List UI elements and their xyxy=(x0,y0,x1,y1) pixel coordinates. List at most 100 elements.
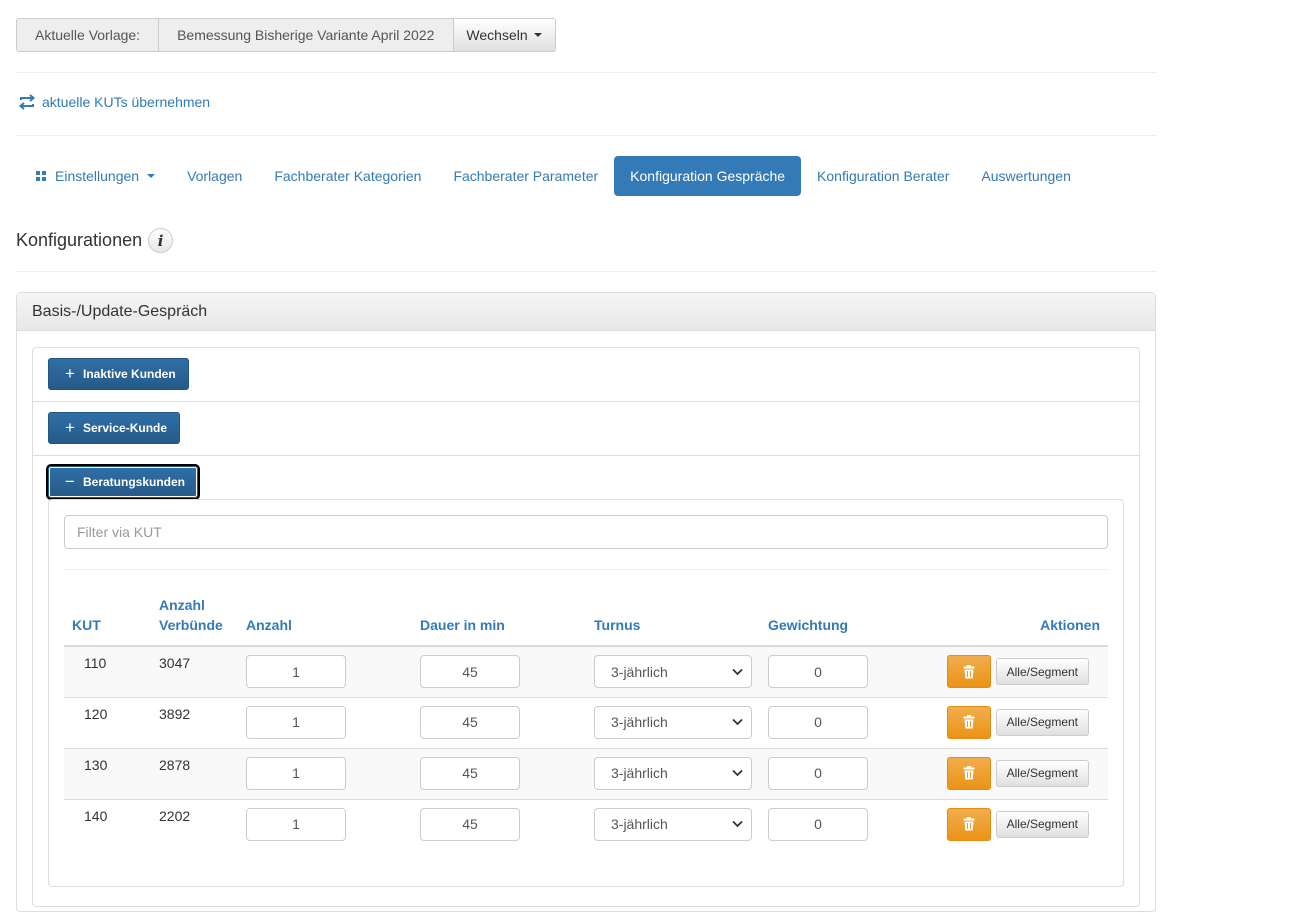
count-input[interactable] xyxy=(246,807,346,841)
swap-arrows-icon xyxy=(18,94,36,110)
header-count: Anzahl xyxy=(238,595,412,647)
cell-count xyxy=(238,696,412,748)
cell-kut: 120 xyxy=(64,696,151,748)
cell-count xyxy=(238,646,412,697)
plus-icon: + xyxy=(65,364,75,383)
chevron-down-icon xyxy=(732,820,743,828)
table-header-row: KUT Anzahl Verbünde Anzahl Dauer in min … xyxy=(64,595,1108,647)
cell-actions: Alle/Segment xyxy=(934,747,1108,799)
cycle-select[interactable]: 3-jährlich xyxy=(594,655,752,688)
tab-settings-label: Einstellungen xyxy=(55,168,140,184)
weighting-input[interactable] xyxy=(768,655,868,688)
cell-alliances: 2202 xyxy=(151,798,238,850)
cell-count xyxy=(238,798,412,850)
group-label: Inaktive Kunden xyxy=(83,367,176,381)
cycle-select-value: 3-jährlich xyxy=(611,765,668,781)
main-nav: Einstellungen Vorlagen Fachberater Kateg… xyxy=(16,156,1087,196)
delete-button[interactable] xyxy=(946,807,991,841)
cell-cycle: 3-jährlich xyxy=(586,646,760,697)
cycle-select[interactable]: 3-jährlich xyxy=(594,705,752,739)
divider xyxy=(16,135,1156,136)
all-segment-button[interactable]: Alle/Segment xyxy=(995,810,1089,838)
panel-title: Basis-/Update-Gespräch xyxy=(17,293,1155,331)
cell-actions: Alle/Segment xyxy=(934,798,1108,850)
tab-conversation-configuration[interactable]: Konfiguration Gespräche xyxy=(614,156,802,196)
count-input[interactable] xyxy=(246,655,346,688)
cycle-select[interactable]: 3-jährlich xyxy=(594,807,752,841)
trash-icon xyxy=(963,817,975,831)
trash-icon xyxy=(963,664,975,678)
conversation-panel: Basis-/Update-Gespräch + Inaktive Kunden… xyxy=(16,292,1156,912)
cell-duration xyxy=(412,646,586,697)
weighting-input[interactable] xyxy=(768,705,868,739)
group-label: Service-Kunde xyxy=(83,421,168,435)
template-bar: Aktuelle Vorlage: Bemessung Bisherige Va… xyxy=(16,18,556,52)
cell-weighting xyxy=(760,798,934,850)
tab-advisor-categories[interactable]: Fachberater Kategorien xyxy=(258,156,437,196)
delete-button[interactable] xyxy=(946,705,991,739)
template-label: Aktuelle Vorlage: xyxy=(16,18,160,52)
cell-kut: 130 xyxy=(64,747,151,799)
kut-filter-input[interactable] xyxy=(64,515,1108,549)
count-input[interactable] xyxy=(246,705,346,739)
delete-button[interactable] xyxy=(946,655,991,688)
page-title-text: Konfigurationen xyxy=(16,230,143,250)
delete-button[interactable] xyxy=(946,756,991,790)
chevron-down-icon xyxy=(732,769,743,777)
cell-duration xyxy=(412,747,586,799)
cycle-select-value: 3-jährlich xyxy=(611,714,668,730)
tab-advisor-parameters[interactable]: Fachberater Parameter xyxy=(437,156,614,196)
count-input[interactable] xyxy=(246,756,346,790)
duration-input[interactable] xyxy=(420,756,520,790)
caret-down-icon xyxy=(147,174,156,178)
cell-duration xyxy=(412,696,586,748)
page-title: Konfigurationen i xyxy=(16,228,174,253)
tab-templates[interactable]: Vorlagen xyxy=(171,156,258,196)
template-value: Bemessung Bisherige Variante April 2022 xyxy=(159,18,455,52)
cell-duration xyxy=(412,798,586,850)
tab-settings[interactable]: Einstellungen xyxy=(16,156,171,196)
info-icon[interactable]: i xyxy=(148,228,174,253)
table-row: 120 3892 3-jährlich xyxy=(64,696,1108,748)
apply-kuts-link[interactable]: aktuelle KUTs übernehmen xyxy=(18,94,210,110)
expand-service-customer-button[interactable]: + Service-Kunde xyxy=(48,412,181,444)
cell-alliances: 3892 xyxy=(151,696,238,748)
trash-icon xyxy=(963,715,975,729)
table-row: 130 2878 3-jährlich xyxy=(64,747,1108,799)
header-duration: Dauer in min xyxy=(412,595,586,647)
weighting-input[interactable] xyxy=(768,756,868,790)
chevron-down-icon xyxy=(732,718,743,726)
table-row: 140 2202 3-jährlich xyxy=(64,798,1108,850)
minus-icon: − xyxy=(65,472,75,491)
divider xyxy=(16,72,1156,73)
cell-cycle: 3-jährlich xyxy=(586,747,760,799)
collapse-consulting-customers-button[interactable]: − Beratungskunden xyxy=(45,464,201,500)
duration-input[interactable] xyxy=(420,655,520,688)
divider xyxy=(64,569,1108,570)
group-row: + Inaktive Kunden xyxy=(33,348,1139,402)
table-row: 110 3047 3-jährlich xyxy=(64,646,1108,697)
header-cycle: Turnus xyxy=(586,595,760,647)
group-label: Beratungskunden xyxy=(83,475,186,489)
duration-input[interactable] xyxy=(420,807,520,841)
apply-kuts-label: aktuelle KUTs übernehmen xyxy=(42,94,211,110)
cell-kut: 110 xyxy=(64,646,151,697)
cell-count xyxy=(238,747,412,799)
tab-advisor-configuration[interactable]: Konfiguration Berater xyxy=(801,156,965,196)
all-segment-button[interactable]: Alle/Segment xyxy=(995,708,1089,736)
group-row: + Service-Kunde xyxy=(33,402,1139,456)
cell-cycle: 3-jährlich xyxy=(586,798,760,850)
expand-inactive-customers-button[interactable]: + Inaktive Kunden xyxy=(48,358,189,390)
all-segment-button[interactable]: Alle/Segment xyxy=(995,658,1089,685)
header-alliances-line1: Anzahl xyxy=(159,597,205,613)
tab-reports[interactable]: Auswertungen xyxy=(965,156,1087,196)
all-segment-button[interactable]: Alle/Segment xyxy=(995,759,1089,787)
duration-input[interactable] xyxy=(420,705,520,739)
switch-template-button[interactable]: Wechseln xyxy=(454,18,556,52)
consulting-customers-panel: KUT Anzahl Verbünde Anzahl Dauer in min … xyxy=(48,499,1124,887)
weighting-input[interactable] xyxy=(768,807,868,841)
cell-weighting xyxy=(760,747,934,799)
cell-alliances: 2878 xyxy=(151,747,238,799)
switch-template-label: Wechseln xyxy=(466,27,528,43)
cycle-select[interactable]: 3-jährlich xyxy=(594,756,752,790)
